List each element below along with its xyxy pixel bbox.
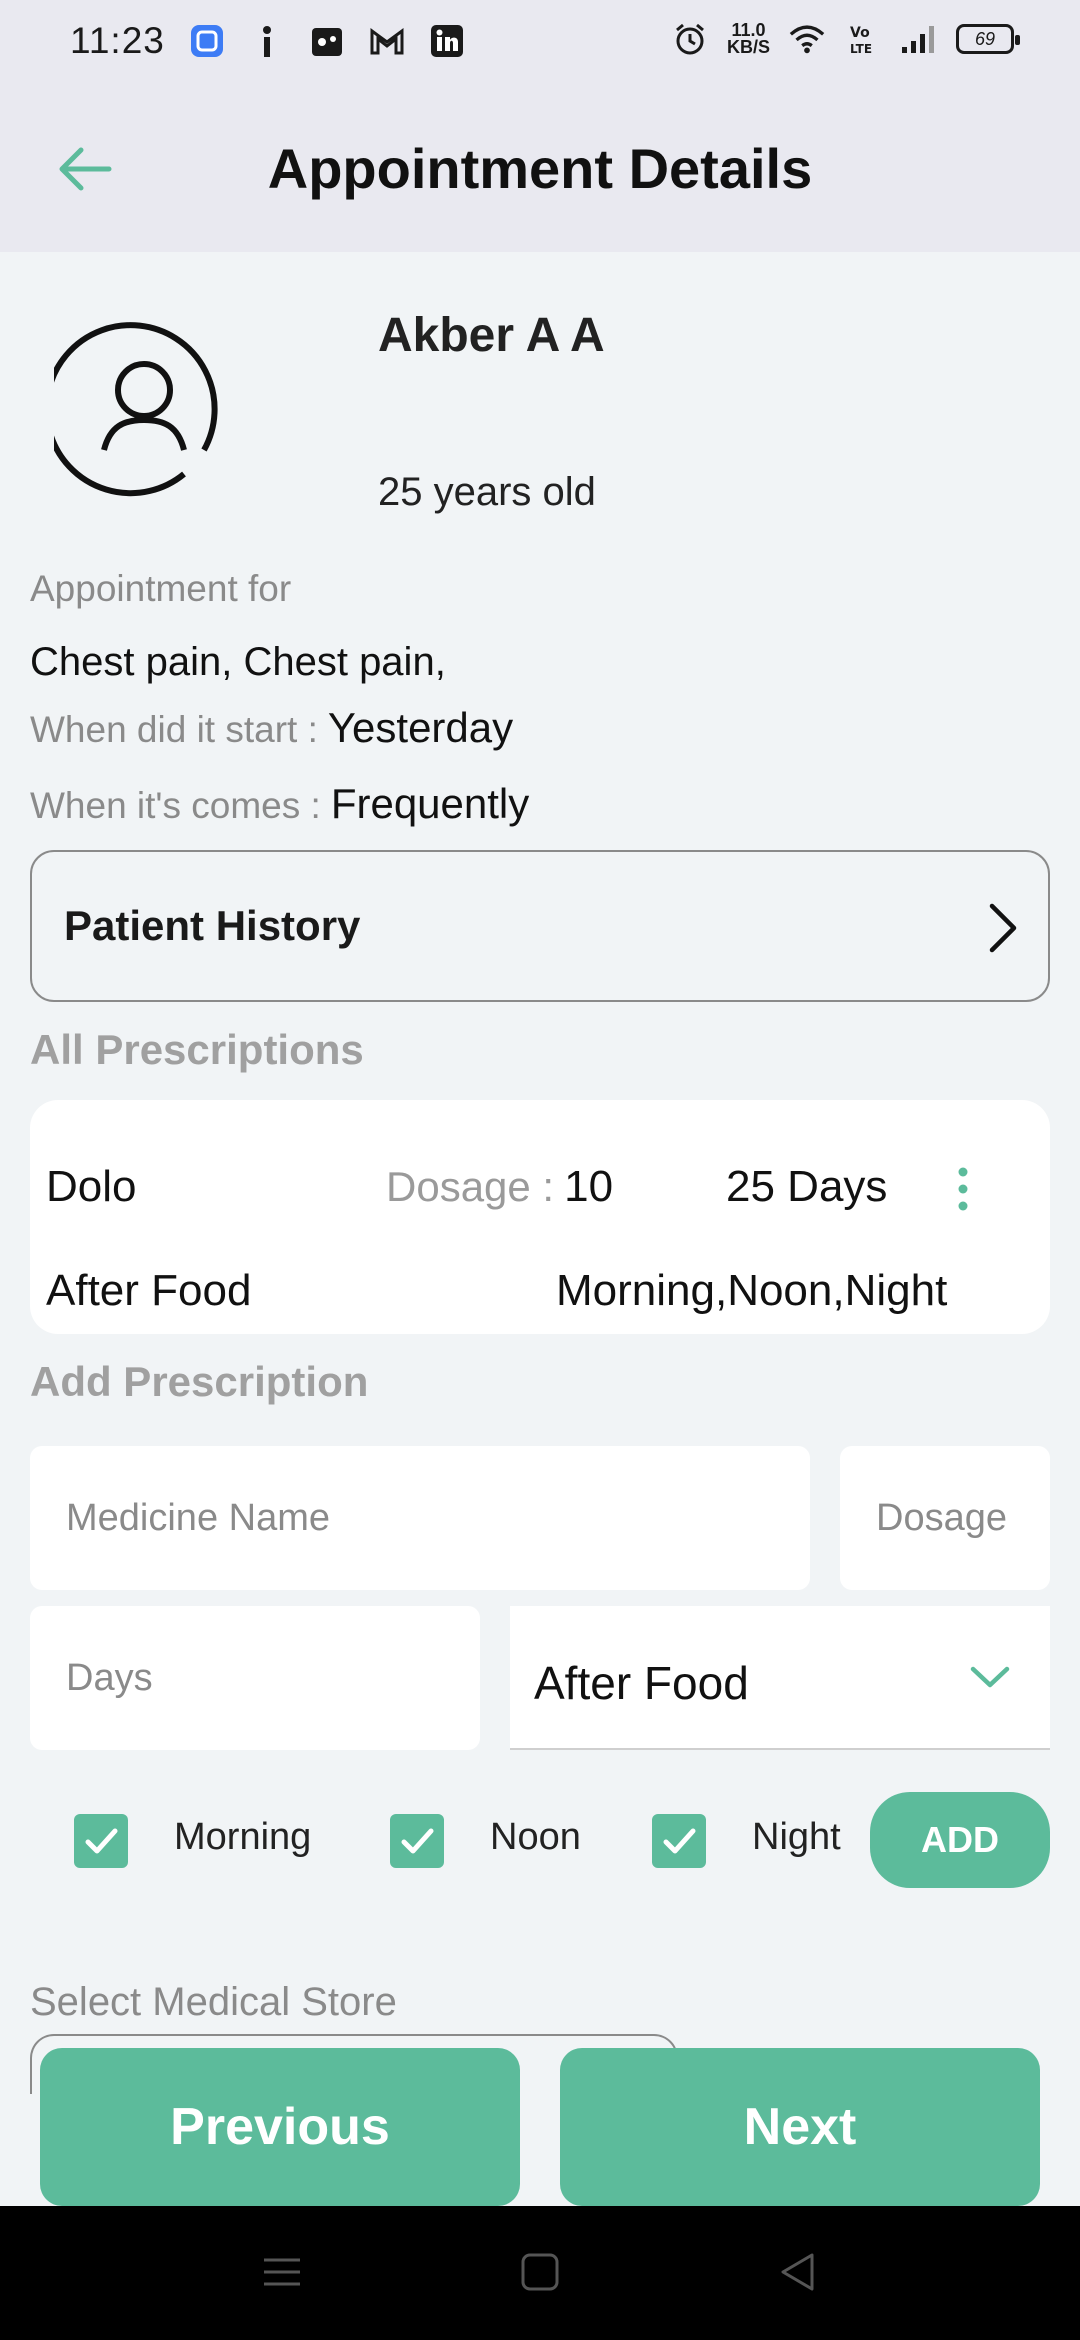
battery-icon: 69	[956, 24, 1020, 54]
all-prescriptions-title: All Prescriptions	[30, 1026, 364, 1073]
game-icon	[308, 22, 346, 60]
noon-label: Noon	[490, 1816, 581, 1858]
medicine-name-field[interactable]	[30, 1446, 810, 1590]
morning-label: Morning	[174, 1816, 312, 1858]
night-label: Night	[752, 1816, 841, 1858]
more-vertical-icon[interactable]	[948, 1164, 978, 1214]
svg-text:Vo: Vo	[850, 25, 870, 41]
frequency-row: When it's comes : Frequently	[30, 780, 529, 828]
start-row: When did it start : Yesterday	[30, 704, 513, 752]
linkedin-icon	[428, 22, 466, 60]
prescription-dosage-value: 10	[564, 1162, 614, 1211]
user-icon	[43, 322, 218, 497]
page-title: Appointment Details	[267, 137, 813, 200]
signal-icon	[900, 20, 938, 58]
timing-checkboxes: Morning Noon Night ADD	[0, 1792, 1080, 1888]
start-label: When did it start :	[30, 709, 318, 750]
app-icon	[188, 22, 226, 60]
frequency-label: When it's comes :	[30, 785, 321, 826]
food-timing-dropdown[interactable]: After Food	[510, 1606, 1050, 1750]
back-button[interactable]	[50, 134, 120, 204]
menu-icon[interactable]	[262, 2252, 302, 2292]
check-icon	[663, 1828, 696, 1854]
patient-age: 25 years old	[378, 470, 596, 514]
prescription-name: Dolo	[46, 1162, 137, 1211]
app-bar: Appointment Details	[0, 84, 1080, 252]
check-icon	[401, 1828, 434, 1854]
prescription-dosage: Dosage : 10	[386, 1162, 613, 1212]
chevron-right-icon	[989, 903, 1017, 953]
prescription-days: 25 Days	[726, 1162, 888, 1211]
chevron-down-icon	[970, 1666, 1010, 1688]
info-icon	[248, 22, 286, 60]
volte-icon: Vo LTE	[844, 20, 882, 58]
alarm-icon	[671, 20, 709, 58]
dosage-input[interactable]	[840, 1446, 1050, 1590]
patient-history-button[interactable]: Patient History	[30, 850, 1050, 1002]
home-icon[interactable]	[520, 2252, 560, 2292]
check-icon	[85, 1828, 118, 1854]
prescription-dosage-label: Dosage :	[386, 1163, 555, 1210]
previous-button[interactable]: Previous	[40, 2048, 520, 2206]
noon-checkbox[interactable]	[390, 1814, 444, 1868]
system-navigation-bar	[0, 2206, 1080, 2340]
next-button[interactable]: Next	[560, 2048, 1040, 2206]
days-input[interactable]	[30, 1606, 480, 1750]
dosage-field[interactable]	[840, 1446, 1050, 1590]
back-nav-icon[interactable]	[778, 2252, 818, 2292]
prescription-card: Dolo Dosage : 10 25 Days After Food Morn…	[30, 1100, 1050, 1334]
system-icons: 11.0 KB/S Vo LTE 69	[671, 20, 1020, 58]
status-time: 11:23	[70, 20, 165, 61]
patient-history-label: Patient History	[64, 902, 361, 949]
wifi-icon	[788, 20, 826, 58]
morning-checkbox[interactable]	[74, 1814, 128, 1868]
svg-text:LTE: LTE	[850, 42, 872, 56]
appointment-for-label: Appointment for	[30, 568, 292, 609]
gmail-icon	[368, 22, 406, 60]
appointment-for-value: Chest pain, Chest pain,	[30, 640, 446, 684]
avatar	[43, 322, 234, 502]
notification-icons	[188, 22, 466, 60]
net-speed: 11.0 KB/S	[726, 21, 770, 57]
prescription-food: After Food	[46, 1266, 252, 1315]
patient-name: Akber A A	[378, 309, 605, 362]
food-timing-value: After Food	[534, 1657, 749, 1709]
arrow-left-icon	[59, 147, 112, 191]
add-prescription-title: Add Prescription	[30, 1358, 369, 1405]
net-speed-unit: KB/S	[726, 37, 770, 57]
frequency-value: Frequently	[330, 780, 530, 827]
medicine-name-input[interactable]	[30, 1446, 810, 1590]
add-button[interactable]: ADD	[870, 1792, 1050, 1888]
night-checkbox[interactable]	[652, 1814, 706, 1868]
prescription-times: Morning,Noon,Night	[556, 1266, 948, 1315]
medical-store-label: Select Medical Store	[30, 1980, 397, 2024]
status-bar: 11:23 11.0 KB/S Vo LTE 69	[0, 0, 1080, 84]
days-field[interactable]	[30, 1606, 480, 1750]
start-value: Yesterday	[327, 704, 514, 751]
